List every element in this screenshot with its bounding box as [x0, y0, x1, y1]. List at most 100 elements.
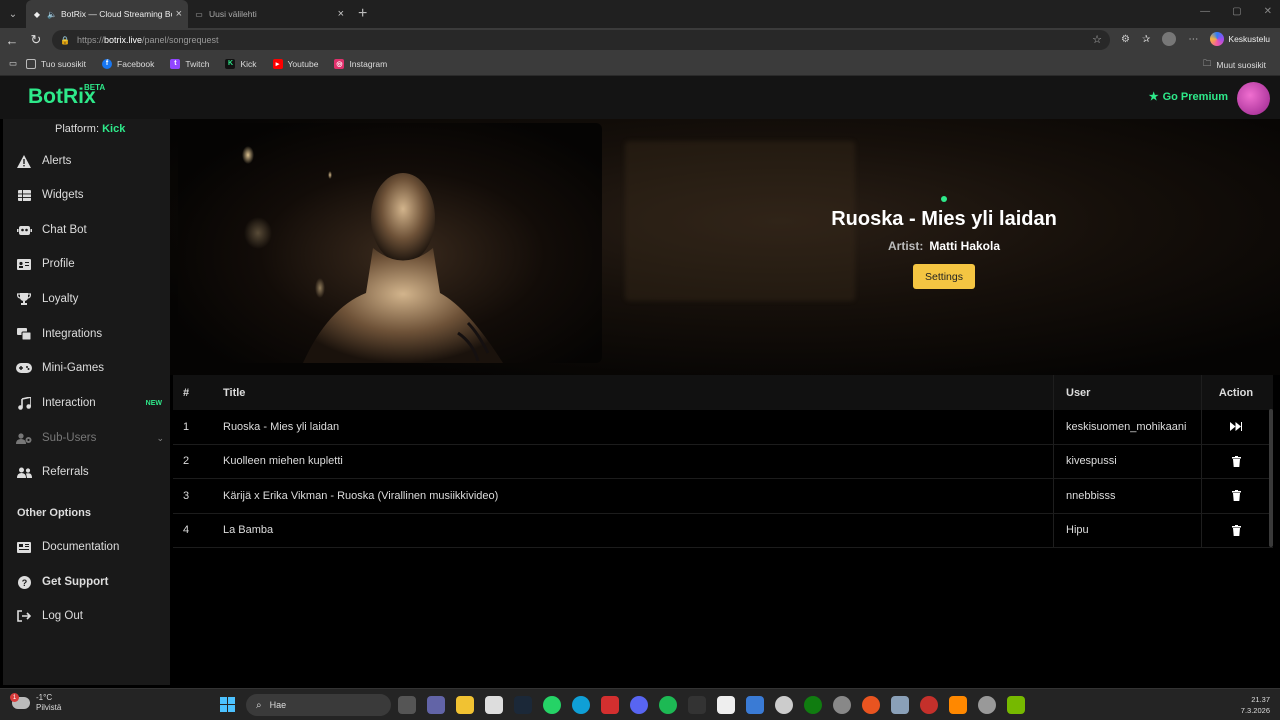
bookmark-instagram[interactable]: ◎ Instagram — [334, 58, 387, 69]
speaker-icon[interactable]: 🔈 — [47, 10, 57, 19]
sidebar-item-widgets[interactable]: Widgets — [16, 185, 166, 205]
robot-icon — [16, 224, 32, 236]
bookmark-twitch[interactable]: t Twitch — [170, 58, 209, 69]
discord-icon[interactable] — [630, 696, 648, 714]
url-host: botrix.live — [103, 35, 142, 45]
app-notification-icon[interactable] — [978, 696, 996, 714]
store-icon[interactable] — [485, 696, 503, 714]
more-options-icon[interactable]: ⋯ — [1188, 34, 1198, 45]
sidebar-toggle-icon[interactable]: ▭ — [0, 58, 26, 69]
bookmark-import[interactable]: Tuo suosikit — [26, 58, 86, 69]
window-controls: — ▢ ✕ — [1200, 6, 1272, 17]
favorite-star-icon[interactable]: ☆ — [1092, 33, 1102, 46]
document-icon[interactable] — [717, 696, 735, 714]
tab-new-tab[interactable]: ▭ Uusi välilehti × — [188, 0, 350, 28]
app-g-icon[interactable] — [688, 696, 706, 714]
id-card-icon — [16, 258, 32, 270]
url-path: /panel/songrequest — [142, 35, 219, 45]
taskbar-search[interactable]: ⌕ Hae — [246, 694, 391, 716]
profile-avatar[interactable] — [1162, 32, 1177, 46]
sidebar-item-get-support[interactable]: ? Get Support — [16, 572, 166, 592]
now-playing-hero: Ruoska - Mies yli laidan Artist: Matti Ha… — [170, 119, 1280, 375]
sidebar-item-profile[interactable]: Profile — [16, 254, 166, 274]
integrations-icon — [16, 328, 32, 340]
obs-icon[interactable] — [833, 696, 851, 714]
lock-icon[interactable]: 🔒 — [60, 36, 70, 45]
extensions-icon[interactable]: ⚙ — [1121, 34, 1130, 45]
maximize-icon[interactable]: ▢ — [1232, 6, 1241, 17]
bookmark-kick[interactable]: K Kick — [225, 58, 257, 69]
go-premium-button[interactable]: ★ Go Premium — [1149, 90, 1228, 104]
delete-button[interactable] — [1204, 524, 1268, 536]
copilot-icon — [1210, 32, 1225, 46]
settings-icon[interactable] — [891, 696, 909, 714]
sidebar-item-sub-users[interactable]: Sub-Users ⌄ — [16, 428, 166, 448]
tab-actions-menu-button[interactable]: ⌄ — [0, 0, 26, 28]
bookmark-youtube[interactable]: ▸ Youtube — [272, 58, 318, 69]
close-tab-icon[interactable]: × — [338, 8, 344, 20]
search-icon: ⌕ — [256, 699, 262, 711]
nvidia-icon[interactable] — [1007, 696, 1025, 714]
url-input[interactable]: 🔒 https://botrix.live/panel/songrequest … — [52, 30, 1110, 50]
sidebar-item-chat-bot[interactable]: Chat Bot — [16, 220, 166, 240]
youtube-icon: ▸ — [272, 58, 283, 69]
user-avatar[interactable] — [1237, 82, 1270, 115]
spotify-icon[interactable] — [659, 696, 677, 714]
delete-button[interactable] — [1204, 455, 1268, 467]
sidebar-item-label: Log Out — [42, 610, 83, 622]
sidebar-item-interaction[interactable]: Interaction NEW — [16, 393, 166, 413]
gear-app-icon[interactable] — [775, 696, 793, 714]
skip-button[interactable] — [1204, 422, 1268, 432]
sidebar-item-mini-games[interactable]: Mini-Games — [16, 358, 166, 378]
sidebar-item-label: Alerts — [42, 155, 72, 167]
delete-button[interactable] — [1204, 490, 1268, 502]
other-bookmarks[interactable]: 🗀 Muut suosikit — [1203, 58, 1266, 72]
sidebar-item-integrations[interactable]: Integrations — [16, 324, 166, 344]
whatsapp-icon[interactable] — [543, 696, 561, 714]
scrollbar[interactable] — [1269, 409, 1273, 547]
app-orange-icon[interactable] — [862, 696, 880, 714]
settings-button[interactable]: Settings — [913, 264, 975, 289]
app-l-icon[interactable] — [601, 696, 619, 714]
favorites-icon[interactable]: ✰ — [1142, 34, 1150, 45]
column-divider — [1053, 375, 1054, 410]
taskbar-clock[interactable]: 21.37 7.3.2026 — [1241, 694, 1270, 716]
botrix-logo[interactable]: BotRix BETA — [28, 83, 105, 109]
vlc-icon[interactable] — [949, 696, 967, 714]
video-thumbnail[interactable] — [178, 123, 602, 363]
platform-label: Platform: — [55, 123, 100, 135]
bookmark-label: Kick — [240, 58, 257, 69]
bookmark-facebook[interactable]: f Facebook — [102, 58, 155, 69]
header-action: Action — [1218, 386, 1254, 399]
bookmark-label: Facebook — [117, 58, 155, 69]
copilot-button[interactable]: Keskustelu — [1210, 32, 1270, 46]
sidebar-item-alerts[interactable]: Alerts — [16, 151, 166, 171]
windows-start-icon[interactable] — [220, 697, 235, 712]
minimize-icon[interactable]: — — [1200, 6, 1210, 17]
steam-icon[interactable] — [514, 696, 532, 714]
app-red-icon[interactable] — [920, 696, 938, 714]
users-cog-icon — [16, 432, 32, 444]
weather-widget[interactable]: 1 -1°C Pilvistä — [10, 693, 61, 713]
file-explorer-icon[interactable] — [456, 696, 474, 714]
mail-icon[interactable] — [746, 696, 764, 714]
sidebar-item-log-out[interactable]: Log Out — [16, 606, 166, 626]
new-tab-button[interactable]: + — [358, 5, 367, 23]
sidebar-item-loyalty[interactable]: Loyalty — [16, 289, 166, 309]
search-placeholder: Hae — [269, 700, 287, 710]
sidebar-item-referrals[interactable]: Referrals — [16, 462, 166, 482]
edge-icon[interactable] — [572, 696, 590, 714]
sidebar-item-label: Profile — [42, 258, 75, 270]
row-user: Hipu — [1066, 524, 1089, 537]
back-arrow-icon[interactable]: ← — [0, 33, 24, 48]
xbox-icon[interactable] — [804, 696, 822, 714]
url-prefix: https:// — [76, 35, 104, 45]
tab-title: Uusi välilehti — [209, 9, 257, 19]
sidebar-item-documentation[interactable]: Documentation — [16, 537, 166, 557]
close-tab-icon[interactable]: × — [176, 8, 182, 20]
tab-botrix[interactable]: ◆ 🔈 BotRix — Cloud Streaming Bot × — [26, 0, 188, 28]
task-view-icon[interactable] — [398, 696, 416, 714]
reload-icon[interactable]: ↻ — [24, 32, 48, 48]
teams-icon[interactable] — [427, 696, 445, 714]
close-window-icon[interactable]: ✕ — [1264, 6, 1272, 17]
